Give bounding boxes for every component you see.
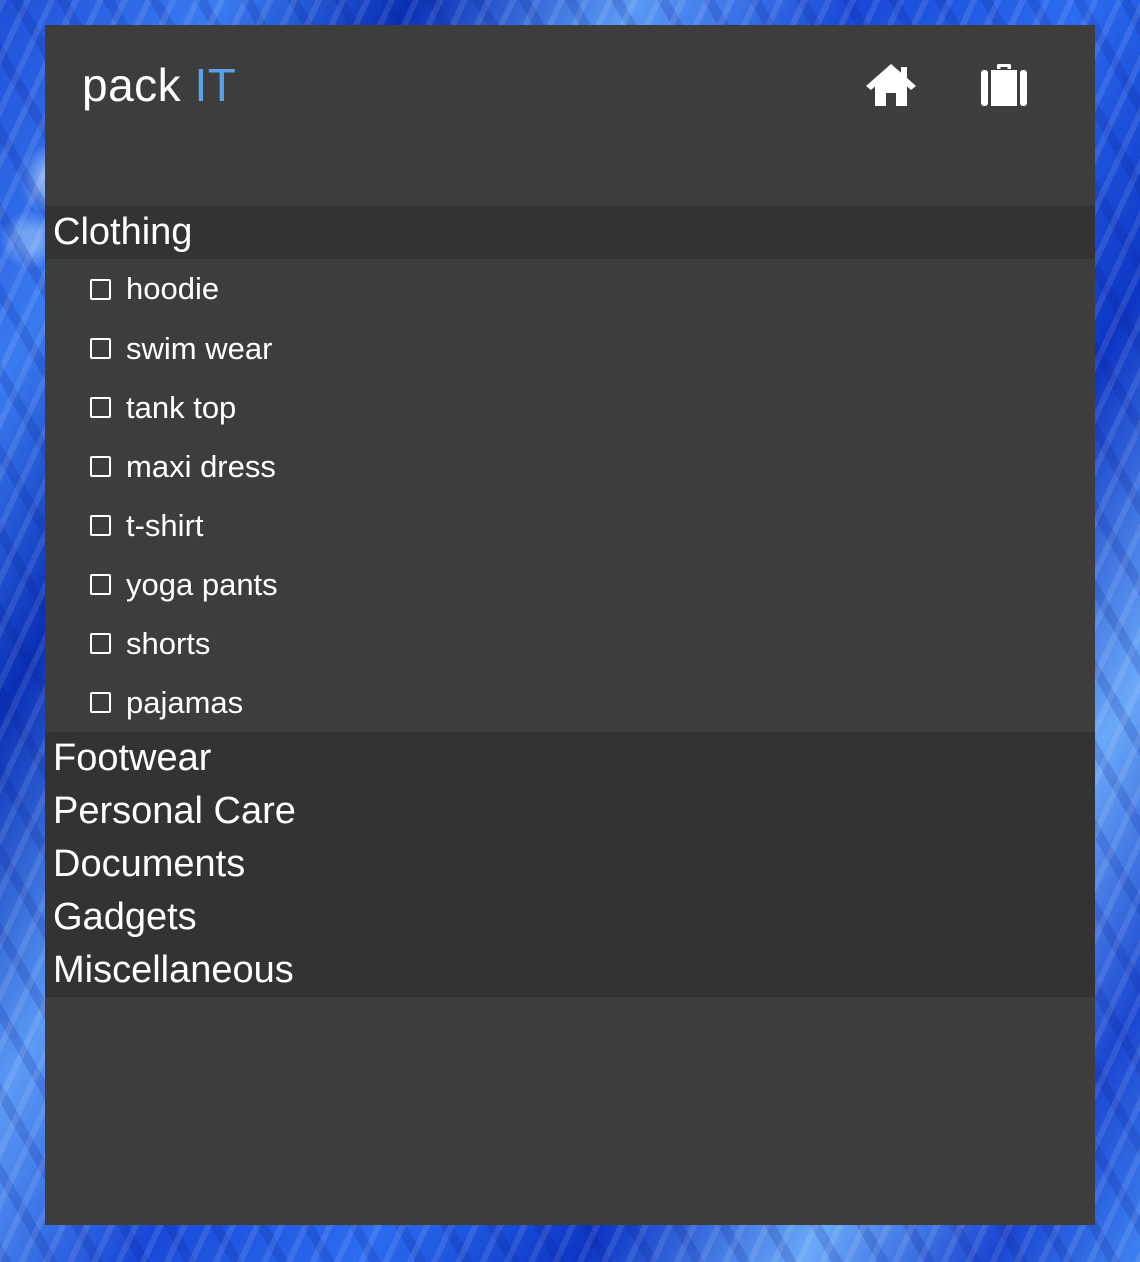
item-checkbox[interactable] <box>90 633 111 654</box>
item-label: maxi dress <box>126 448 276 484</box>
item-label: yoga pants <box>126 566 278 602</box>
clothing-item-list: hoodie swim wear tank top maxi dress t-s… <box>45 259 1095 732</box>
item-checkbox[interactable] <box>90 278 111 300</box>
list-item[interactable]: yoga pants <box>45 555 1095 614</box>
item-label: t-shirt <box>126 507 204 543</box>
item-checkbox[interactable] <box>90 515 111 536</box>
list-item[interactable]: swim wear <box>45 319 1095 378</box>
list-item[interactable]: shorts <box>45 614 1095 673</box>
category-header-footwear[interactable]: Footwear <box>45 732 1095 785</box>
category-header-documents[interactable]: Documents <box>45 838 1095 891</box>
home-button[interactable] <box>864 60 918 110</box>
item-label: swim wear <box>126 330 273 366</box>
item-label: tank top <box>126 389 237 425</box>
home-icon <box>864 62 918 108</box>
item-checkbox[interactable] <box>90 456 111 477</box>
pack-it-app-window: pack IT Clothing hoodie swim wear tank t… <box>45 25 1095 1225</box>
app-logo[interactable]: pack IT <box>82 57 236 113</box>
list-item[interactable]: t-shirt <box>45 496 1095 555</box>
list-item[interactable]: hoodie <box>45 259 1095 319</box>
list-item[interactable]: maxi dress <box>45 437 1095 496</box>
collapsed-categories: Footwear Personal Care Documents Gadgets… <box>45 732 1095 997</box>
item-label: pajamas <box>126 684 244 720</box>
suitcase-icon <box>980 63 1028 107</box>
category-header-miscellaneous[interactable]: Miscellaneous <box>45 944 1095 997</box>
category-header-personal-care[interactable]: Personal Care <box>45 785 1095 838</box>
category-header-gadgets[interactable]: Gadgets <box>45 891 1095 944</box>
list-item[interactable]: tank top <box>45 378 1095 437</box>
category-header-clothing[interactable]: Clothing <box>45 206 1095 259</box>
category-clothing: Clothing hoodie swim wear tank top maxi … <box>45 206 1095 732</box>
list-item[interactable]: pajamas <box>45 673 1095 732</box>
app-header: pack IT <box>45 25 1095 206</box>
item-label: shorts <box>126 625 211 661</box>
suitcase-button[interactable] <box>977 60 1031 110</box>
item-checkbox[interactable] <box>90 692 111 713</box>
item-checkbox[interactable] <box>90 338 111 359</box>
item-label: hoodie <box>126 271 220 306</box>
item-checkbox[interactable] <box>90 574 111 595</box>
brand-text: pack <box>82 59 195 111</box>
item-checkbox[interactable] <box>90 397 111 418</box>
brand-accent-text: IT <box>194 59 237 111</box>
